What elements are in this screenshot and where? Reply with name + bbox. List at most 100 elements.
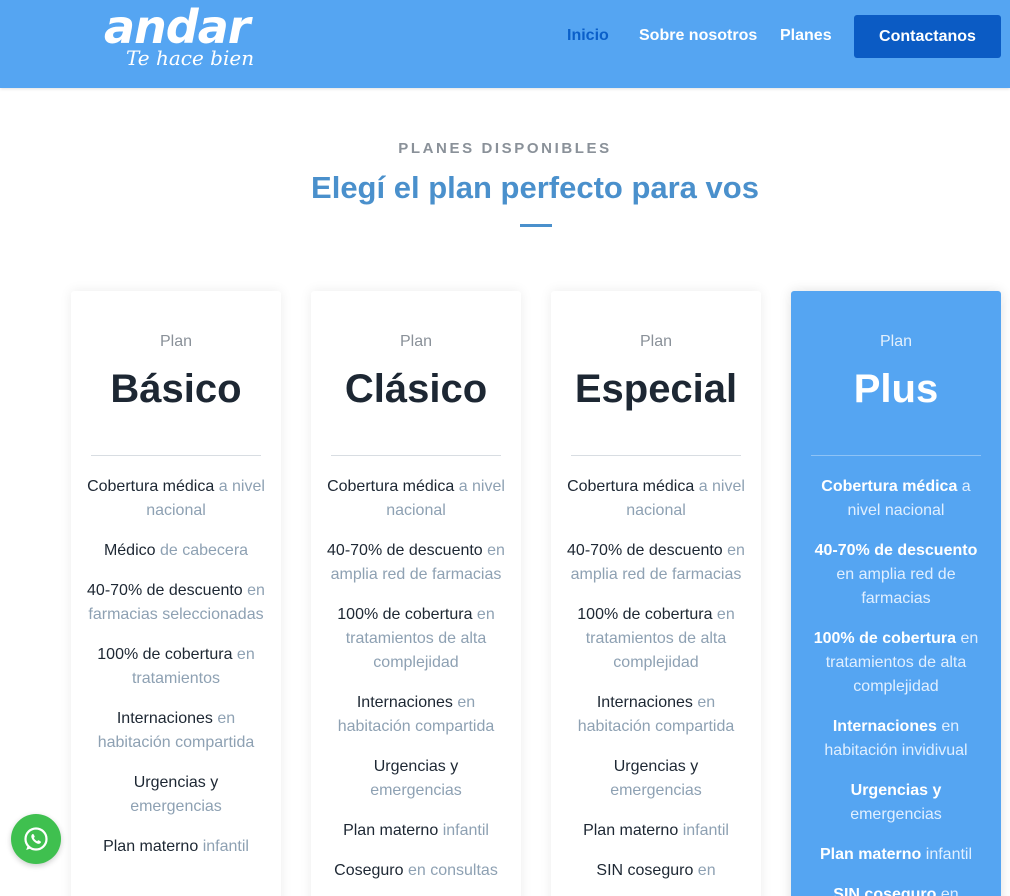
feature-item: Urgencias y emergencias [327,755,505,803]
section-eyebrow: PLANES DISPONIBLES [398,140,612,157]
feature-highlight: Urgencias y [613,758,699,775]
feature-item: Plan materno infantil [87,835,265,859]
feature-highlight: 40-70% de descuento [327,542,483,559]
feature-highlight: Coseguro [334,862,404,879]
section-heading: Elegí el plan perfecto para vos [311,170,759,205]
feature-item: Plan materno infantil [327,819,505,843]
feature-item: Plan materno infantil [567,819,745,843]
card-divider [331,455,501,456]
nav-link-planes[interactable]: Planes [780,0,832,72]
feature-item: 40-70% de descuento en amplia red de far… [567,539,745,587]
feature-item: 100% de cobertura en tratamientos de alt… [327,603,505,675]
feature-detail: emergencias [610,782,702,799]
feature-detail: emergencias [850,806,942,823]
plan-label: Plan [159,333,193,350]
feature-item: Internaciones en habitación compartida [327,691,505,739]
logo-wordmark: andar [104,0,250,54]
feature-detail: infantil [682,822,729,839]
feature-list: Cobertura médica a nivel nacional 40-70% … [327,475,505,896]
plan-name: Básico [110,367,242,411]
plan-name: Especial [574,367,738,411]
feature-highlight: Internaciones [356,694,453,711]
brand-logo[interactable]: andar Te hace bien [104,4,284,76]
plan-label: Plan [879,333,913,350]
feature-item: Urgencias y emergencias [87,771,265,819]
feature-highlight: Internaciones [832,718,937,735]
nav-link-inicio[interactable]: Inicio [567,0,609,72]
feature-highlight: 40-70% de descuento [567,542,723,559]
plan-label: Plan [399,333,433,350]
feature-highlight: Plan materno [583,822,679,839]
contact-button[interactable]: Contactanos [854,15,1001,58]
feature-highlight: SIN coseguro [596,862,694,879]
feature-highlight: 40-70% de descuento [814,542,978,559]
feature-highlight: 100% de cobertura [813,630,957,647]
feature-item: Internaciones en habitación invidivual [807,715,985,763]
feature-item: SIN coseguro en [807,883,985,896]
plan-label: Plan [639,333,673,350]
feature-item: Coseguro en consultas [327,859,505,883]
feature-highlight: Cobertura médica [821,478,958,495]
feature-item: 40-70% de descuento en amplia red de far… [327,539,505,587]
feature-list: Cobertura médica a nivel nacional Médico … [87,475,265,875]
feature-detail: en amplia red de farmacias [836,566,956,607]
feature-detail: emergencias [370,782,462,799]
feature-item: Médico de cabecera [87,539,265,563]
feature-item: Internaciones en habitación compartida [567,691,745,739]
feature-highlight: Médico [103,542,156,559]
feature-item: Cobertura médica a nivel nacional [807,475,985,523]
feature-highlight: Internaciones [596,694,693,711]
feature-detail: infantil [202,838,249,855]
feature-highlight: Cobertura médica [87,478,215,495]
feature-highlight: Cobertura médica [567,478,695,495]
feature-item: Internaciones en habitación compartida [87,707,265,755]
feature-item: 100% de cobertura en tratamientos de alt… [567,603,745,675]
nav-link-sobre-nosotros[interactable]: Sobre nosotros [639,0,757,72]
feature-item: 40-70% de descuento en farmacias selecci… [87,579,265,627]
feature-item: Urgencias y emergencias [567,755,745,803]
feature-item: Urgencias y emergencias [807,779,985,827]
feature-highlight: 100% de cobertura [97,646,233,663]
whatsapp-button[interactable] [11,814,61,864]
plan-card-clasico: Plan Clásico Cobertura médica a nivel na… [311,291,521,896]
feature-detail: infantil [925,846,973,863]
site-header: andar Te hace bien Inicio Sobre nosotros… [0,0,1010,88]
feature-item: 100% de cobertura en tratamientos [87,643,265,691]
feature-item: Cobertura médica a nivel nacional [327,475,505,523]
feature-item: SIN coseguro en [567,859,745,883]
feature-item: Plan materno infantil [807,843,985,867]
feature-highlight: Cobertura médica [327,478,455,495]
feature-highlight: Urgencias y [850,782,942,799]
feature-highlight: Plan materno [343,822,439,839]
feature-highlight: Urgencias y [133,774,219,791]
feature-detail: infantil [442,822,489,839]
logo-tagline: Te hace bien [126,46,255,70]
feature-highlight: Plan materno [819,846,922,863]
feature-highlight: Internaciones [116,710,213,727]
feature-detail: en consultas [407,862,498,879]
feature-item: 100% de cobertura en tratamientos de alt… [807,627,985,699]
feature-item: Cobertura médica a nivel nacional [87,475,265,523]
feature-detail: emergencias [130,798,222,815]
feature-highlight: SIN coseguro [833,886,937,896]
feature-item: 40-70% de descuento en amplia red de far… [807,539,985,611]
feature-item: Cobertura médica a nivel nacional [567,475,745,523]
card-divider [811,455,981,456]
feature-highlight: 40-70% de descuento [87,582,243,599]
feature-list: Cobertura médica a nivel nacional 40-70% … [807,475,985,896]
feature-highlight: Plan materno [103,838,199,855]
feature-detail: en [940,886,959,896]
card-divider [91,455,261,456]
feature-highlight: 100% de cobertura [337,606,473,623]
feature-highlight: Urgencias y [373,758,459,775]
plan-card-basico: Plan Básico Cobertura médica a nivel nac… [71,291,281,896]
plan-card-plus: Plan Plus Cobertura médica a nivel nacio… [791,291,1001,896]
plan-name: Clásico [344,367,488,411]
heading-underline [520,224,552,227]
plan-card-especial: Plan Especial Cobertura médica a nivel n… [551,291,761,896]
feature-detail: de cabecera [159,542,249,559]
feature-highlight: 100% de cobertura [577,606,713,623]
feature-list: Cobertura médica a nivel nacional 40-70% … [567,475,745,896]
card-divider [571,455,741,456]
feature-detail: en [697,862,716,879]
